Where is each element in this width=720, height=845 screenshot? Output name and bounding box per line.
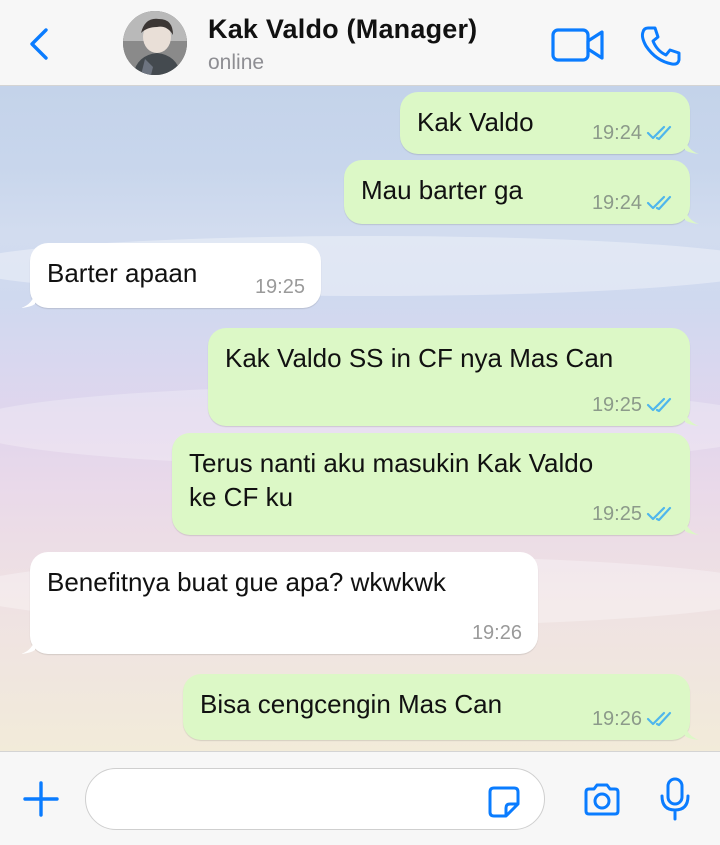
bubble-tail [21, 292, 35, 308]
message-list[interactable]: Kak Valdo 19:24 Mau barter ga 19:24 Bart… [0, 86, 720, 751]
message-text: Benefitnya buat gue apa? wkwkwk [47, 567, 446, 597]
message-text: Mau barter ga [361, 175, 523, 205]
contact-status: online [208, 51, 265, 74]
message-text: Bisa cengcengin Mas Can [200, 689, 503, 719]
plus-icon [23, 781, 59, 817]
read-ticks-icon [646, 195, 672, 211]
outgoing-message[interactable]: Terus nanti aku masukin Kak Valdo ke CF … [172, 433, 699, 535]
camera-button[interactable] [582, 782, 622, 818]
read-ticks-icon [646, 397, 672, 413]
message-time: 19:25 [591, 503, 642, 525]
sticker-button[interactable] [486, 784, 522, 820]
chevron-left-icon [30, 28, 48, 60]
voice-call-button[interactable] [638, 24, 684, 68]
chat-header: Kak Valdo (Manager) online [0, 0, 720, 86]
avatar-image [123, 11, 187, 75]
outgoing-message[interactable]: Bisa cengcengin Mas Can 19:26 [183, 674, 699, 740]
message-text: Kak Valdo SS in CF nya Mas Can [225, 343, 614, 373]
message-meta: 19:25 [592, 394, 678, 416]
message-input[interactable] [85, 768, 545, 830]
bubble-tail [685, 519, 699, 535]
avatar[interactable] [123, 11, 187, 75]
bubble-tail [21, 638, 35, 654]
bubble-tail [685, 138, 699, 154]
message-time: 19:26 [471, 622, 522, 644]
incoming-message[interactable]: Barter apaan 19:25 [21, 243, 321, 308]
bubble-tail [685, 208, 699, 224]
message-time: 19:26 [591, 708, 642, 730]
message-meta: 19:24 [592, 122, 678, 144]
outgoing-message[interactable]: Mau barter ga 19:24 [344, 160, 699, 224]
microphone-icon [660, 777, 690, 821]
message-meta: 19:26 [472, 622, 522, 644]
message-time: 19:24 [591, 192, 642, 214]
message-text: Terus nanti aku masukin Kak Valdo ke CF … [189, 446, 593, 514]
message-text: Barter apaan [47, 258, 198, 288]
contact-name[interactable]: Kak Valdo (Manager) [208, 14, 477, 45]
message-meta: 19:24 [592, 192, 678, 214]
message-text-line: Terus nanti aku masukin Kak Valdo [189, 448, 594, 478]
video-call-button[interactable] [550, 26, 606, 64]
message-time: 19:25 [254, 276, 305, 298]
message-meta: 19:26 [592, 708, 678, 730]
outgoing-message[interactable]: Kak Valdo SS in CF nya Mas Can 19:25 [208, 328, 699, 426]
bubble-tail [685, 724, 699, 740]
outgoing-message[interactable]: Kak Valdo 19:24 [400, 92, 699, 154]
read-ticks-icon [646, 506, 672, 522]
read-ticks-icon [646, 711, 672, 727]
back-button[interactable] [22, 22, 58, 66]
phone-icon [640, 26, 681, 66]
video-camera-icon [551, 28, 604, 62]
message-meta: 19:25 [255, 276, 305, 298]
sticker-icon [488, 786, 520, 818]
message-time: 19:24 [591, 122, 642, 144]
incoming-message[interactable]: Benefitnya buat gue apa? wkwkwk 19:26 [21, 552, 538, 654]
message-text-line: ke CF ku [189, 482, 294, 512]
message-meta: 19:25 [592, 503, 678, 525]
microphone-button[interactable] [658, 776, 692, 822]
camera-icon [584, 783, 620, 816]
message-time: 19:25 [591, 394, 642, 416]
read-ticks-icon [646, 125, 672, 141]
bubble-tail [685, 410, 699, 426]
attach-button[interactable] [20, 778, 62, 820]
message-text: Kak Valdo [417, 107, 534, 137]
